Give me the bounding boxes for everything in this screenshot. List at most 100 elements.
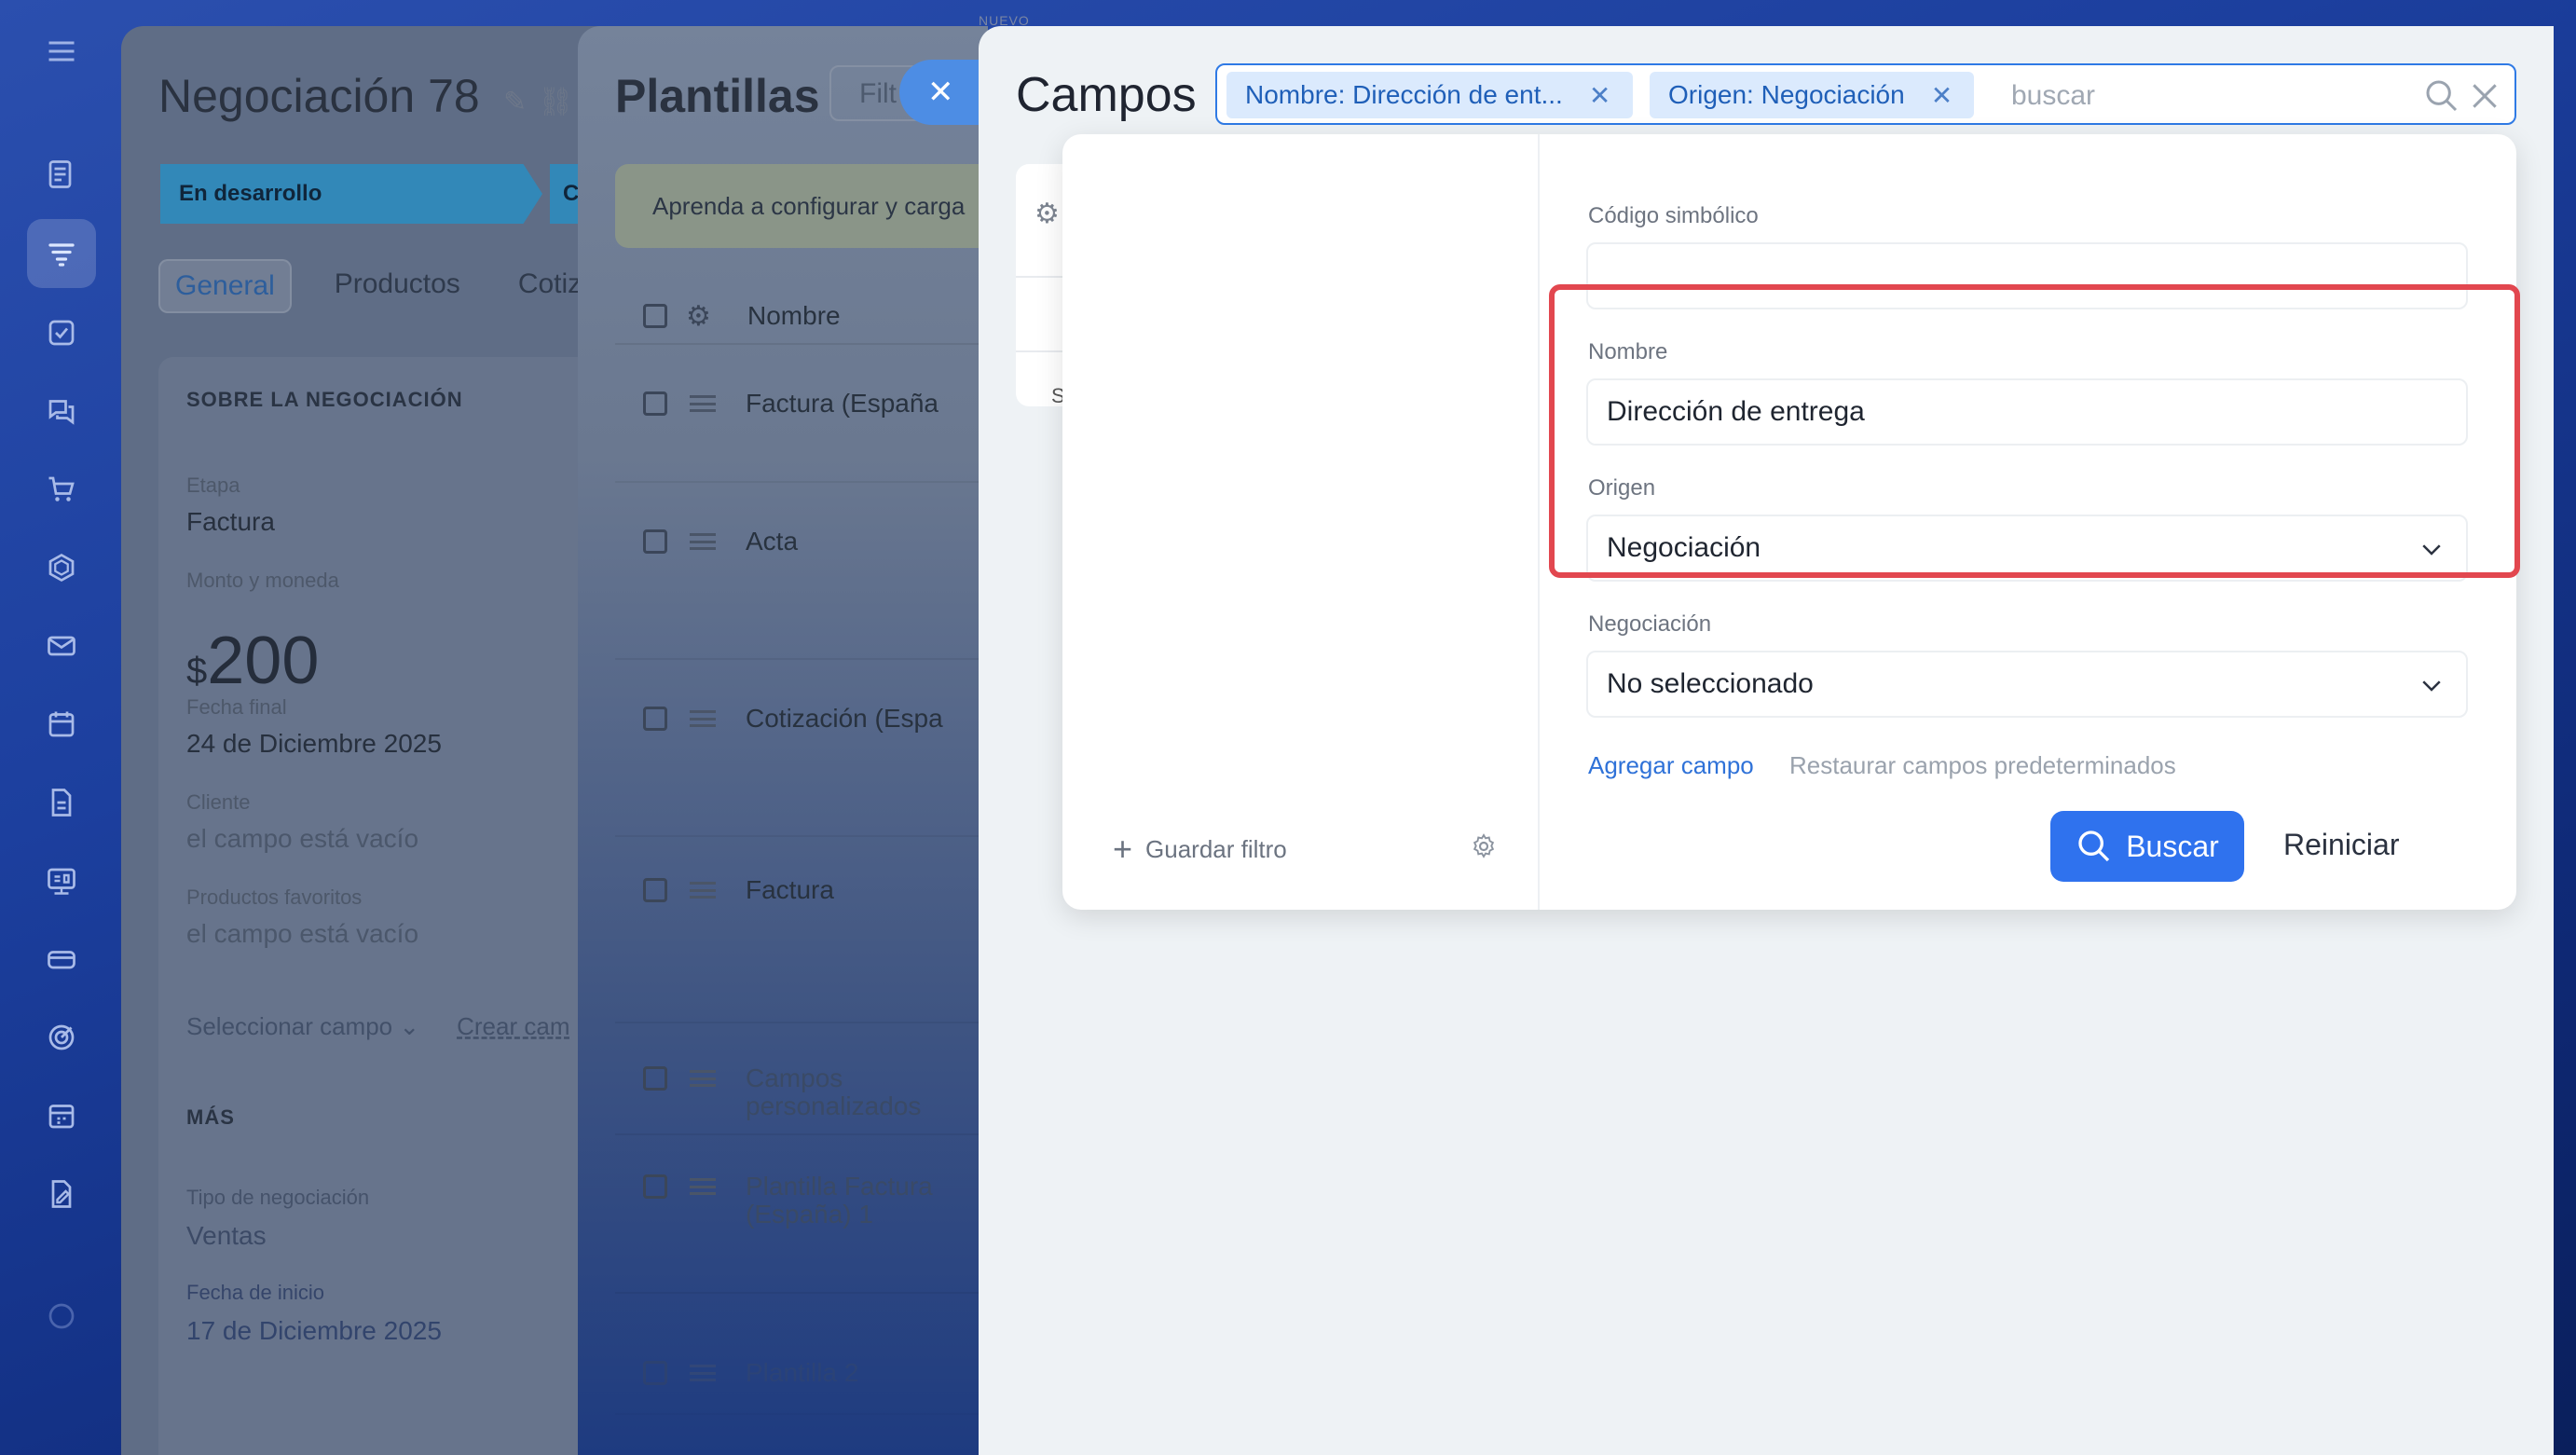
save-filter-label: Guardar filtro [1145,834,1287,863]
search-icon [2078,830,2110,862]
filter-chip-nombre[interactable]: Nombre: Dirección de ent... ✕ [1226,72,1633,118]
drag-handle-icon[interactable] [690,1365,716,1381]
monto-label: Monto y moneda [186,569,339,592]
drag-handle-icon[interactable] [690,1070,716,1087]
table-row[interactable]: Plantilla 2 [615,1303,988,1415]
codigo-input[interactable] [1586,242,2468,309]
template-name[interactable]: Plantilla Factura (España) 1 [746,1173,988,1229]
origen-value: Negociación [1607,532,1761,563]
funnel-icon[interactable] [27,219,96,288]
tipo-label: Tipo de negociación [186,1186,370,1209]
calendar-icon[interactable] [27,690,96,759]
cliente-value: el campo está vacío [186,824,419,853]
table-row[interactable]: Factura (España [615,352,988,483]
tasks-icon[interactable] [27,298,96,367]
filter-search-bar[interactable]: Nombre: Dirección de ent... ✕ Origen: Ne… [1215,63,2516,125]
drag-handle-icon[interactable] [690,1178,716,1195]
tab-general[interactable]: General [158,259,292,313]
clear-icon[interactable] [2466,77,2503,115]
gear-icon[interactable]: ⚙ [686,300,711,333]
templates-title: Plantillas [615,70,820,122]
settings-gear-icon[interactable] [1469,831,1499,861]
document-icon[interactable] [27,768,96,837]
card-icon[interactable] [27,925,96,994]
menu-icon[interactable] [27,17,96,86]
search-button-label: Buscar [2126,829,2219,863]
row-checkbox[interactable] [643,1174,667,1199]
drag-handle-icon[interactable] [690,882,716,899]
templates-table-header: ⚙ Nombre [615,287,988,345]
table-row[interactable]: Cotización (Espa [615,669,988,837]
template-name[interactable]: Plantilla 2 [746,1359,858,1387]
schedule-icon[interactable] [27,1081,96,1150]
shield-icon[interactable] [27,533,96,602]
chevron-down-icon [2422,680,2441,692]
gear-icon: ⚙ [1035,199,1060,229]
template-name[interactable]: Acta [746,528,798,556]
template-name[interactable]: Campos personalizados [746,1064,951,1120]
search-button[interactable]: Buscar [2050,811,2244,882]
stage-current[interactable]: En desarrollo [160,164,542,224]
edit-icon[interactable]: ✎⛓ [503,86,584,118]
row-checkbox[interactable] [643,707,667,731]
sign-icon[interactable] [27,1160,96,1229]
row-checkbox[interactable] [643,391,667,416]
table-row[interactable]: Plantilla Factura (España) 1 [615,1145,988,1294]
nombre-label: Nombre [1588,339,1668,364]
tab-productos[interactable]: Productos [320,259,475,313]
deal-links: Seleccionar campo ⌄ Crear cam [186,1012,569,1041]
plus-icon: + [1113,830,1133,868]
fields-title: Campos [1016,68,1197,122]
select-all-checkbox[interactable] [643,304,667,328]
etapa-value: Factura [186,507,275,536]
tipo-value: Ventas [186,1221,267,1250]
template-name[interactable]: Cotización (Espa [746,705,943,733]
codigo-label: Código simbólico [1588,203,1759,228]
feed-icon[interactable] [27,140,96,209]
table-row[interactable]: Factura [615,846,988,1023]
fields-panel: Campos Nombre: Dirección de ent... ✕ Ori… [979,26,2554,1455]
section-more: MÁS [186,1105,235,1129]
create-field-link[interactable]: Crear cam [457,1012,569,1041]
table-row[interactable]: Campos personalizados [615,1033,988,1135]
board-icon[interactable] [27,846,96,915]
target-icon[interactable] [27,1003,96,1072]
add-field-link[interactable]: Agregar campo [1588,751,1754,780]
origen-select[interactable]: Negociación [1586,515,2468,582]
drag-handle-icon[interactable] [690,710,716,727]
table-row[interactable]: Acta [615,492,988,660]
drag-handle-icon[interactable] [690,533,716,550]
drag-handle-icon[interactable] [690,395,716,412]
fecha-value: 24 de Diciembre 2025 [186,729,442,758]
restore-fields-link[interactable]: Restaurar campos predeterminados [1789,751,2176,780]
search-input[interactable] [2011,76,2403,116]
currency-symbol: $ [186,651,208,692]
cart-icon[interactable] [27,455,96,524]
search-icon[interactable] [2423,77,2460,115]
nombre-input[interactable]: Dirección de entrega [1586,378,2468,446]
save-filter-button[interactable]: + Guardar filtro [1113,830,1287,869]
row-checkbox[interactable] [643,1066,667,1091]
help-icon[interactable] [27,1282,96,1351]
row-checkbox[interactable] [643,878,667,902]
nombre-value: Dirección de entrega [1607,396,1865,427]
negociacion-select[interactable]: No seleccionado [1586,651,2468,718]
template-name[interactable]: Factura [746,876,834,904]
chip-remove-icon[interactable]: ✕ [1931,80,1953,111]
filter-chip-origen[interactable]: Origen: Negociación ✕ [1650,72,1974,118]
section-about: SOBRE LA NEGOCIACIÓN [186,388,463,411]
templates-banner[interactable]: Aprenda a configurar y carga [615,164,988,248]
template-name[interactable]: Factura (España [746,390,939,418]
row-checkbox[interactable] [643,529,667,554]
row-checkbox[interactable] [643,1361,667,1385]
deal-title: Negociación 78 [158,70,480,122]
chip-label: Origen: Negociación [1668,80,1905,109]
chip-remove-icon[interactable]: ✕ [1589,80,1610,111]
reset-button[interactable]: Reiniciar [2283,828,2399,862]
chat-icon[interactable] [27,377,96,446]
chip-label: Nombre: Dirección de ent... [1245,80,1563,109]
mail-icon[interactable] [27,611,96,680]
select-field-link[interactable]: Seleccionar campo ⌄ [186,1012,419,1041]
close-icon[interactable]: ✕ [899,60,985,125]
fecha-inicio-value: 17 de Diciembre 2025 [186,1316,442,1345]
